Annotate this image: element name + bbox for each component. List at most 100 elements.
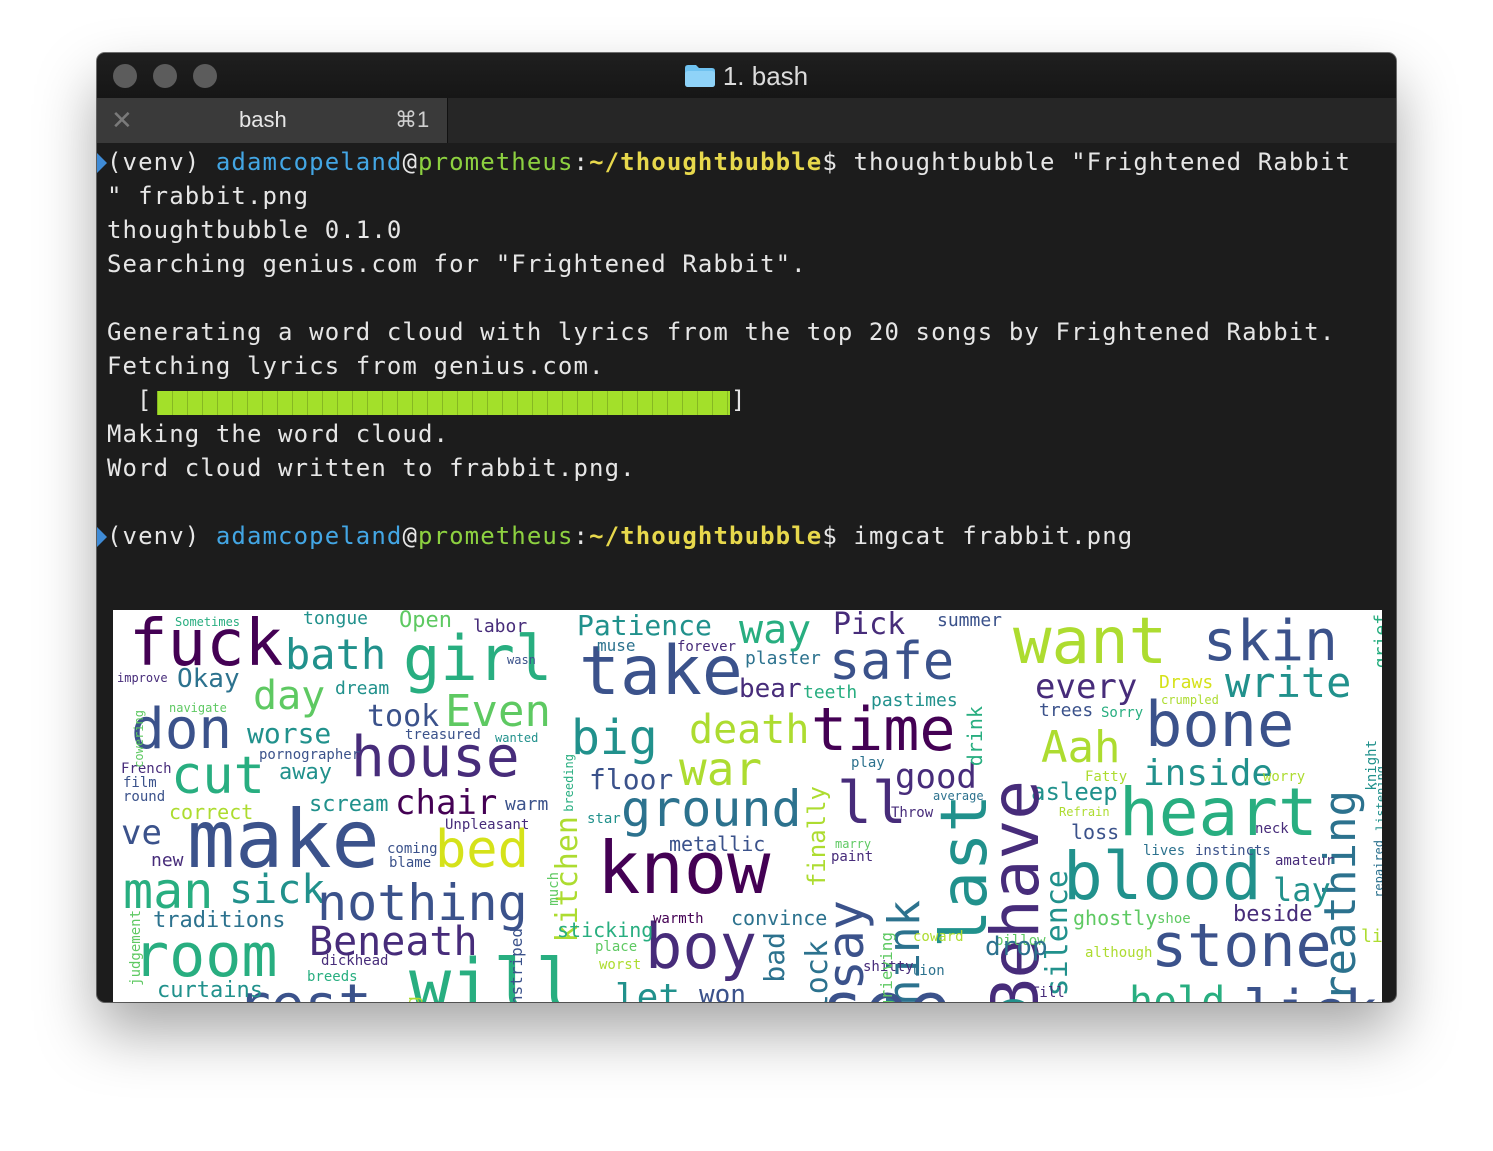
progress-bar: [: [137, 383, 151, 417]
word-cloud-word: trees: [1039, 700, 1094, 721]
word-cloud-word: round: [123, 789, 166, 805]
word-cloud-word: bear: [739, 674, 802, 704]
word-cloud-word: star: [587, 811, 621, 827]
prompt-venv: (venv): [107, 522, 216, 550]
word-cloud-word: way: [739, 610, 812, 653]
word-cloud-word: average: [933, 789, 984, 803]
word-cloud-word: safe: [829, 632, 955, 692]
word-cloud-word: every: [1035, 667, 1138, 707]
word-cloud-word: correct: [169, 800, 254, 824]
word-cloud-word: warmth: [653, 911, 704, 927]
close-icon[interactable]: ✕: [111, 106, 133, 134]
tab-bash[interactable]: ✕ bash ⌘1: [97, 98, 448, 143]
word-cloud-word: finally: [803, 786, 831, 888]
prompt-host: prometheus: [418, 148, 574, 176]
word-cloud-word: neck: [1255, 821, 1289, 837]
window-title: 1. bash: [722, 61, 809, 91]
word-cloud-word: ghostly: [1073, 906, 1158, 930]
word-cloud-word: Fatty: [1085, 769, 1128, 785]
word-cloud-word: chair: [395, 783, 498, 823]
prompt-line-2: (venv) adamcopeland@prometheus:~/thought…: [107, 519, 1133, 553]
word-cloud-word: breeds: [307, 969, 358, 985]
word-cloud-word: let: [615, 977, 681, 1003]
progress-close: ]: [731, 383, 745, 417]
command-text: imgcat frabbit.png: [853, 522, 1134, 550]
prompt-marker-icon: [97, 527, 107, 547]
word-cloud-word: grief: [1371, 614, 1382, 669]
word-cloud-word: Sorry: [1101, 705, 1144, 721]
word-cloud-word: amateur: [1275, 853, 1335, 869]
word-cloud-word: labor: [473, 616, 528, 637]
word-cloud-word: summer: [937, 610, 1003, 631]
prompt-user: adamcopeland: [215, 522, 403, 550]
prompt-path: ~/thoughtbubble: [589, 148, 823, 176]
word-cloud-word: wanted: [495, 731, 539, 745]
prompt-sep: :: [573, 148, 590, 176]
word-cloud-word: loss: [1071, 820, 1120, 844]
word-cloud-word: convince: [731, 906, 828, 930]
word-cloud-word: blame: [389, 855, 432, 871]
word-cloud-word: listening: [1374, 766, 1382, 832]
word-cloud-word: ip: [981, 996, 1039, 1002]
word-cloud-word: bath: [285, 630, 387, 679]
word-cloud-word: tongue: [303, 610, 369, 629]
prompt-at: @: [402, 148, 419, 176]
word-cloud-word: dickhead: [321, 953, 389, 969]
word-cloud-word: place: [595, 939, 638, 955]
word-cloud-word: metallic: [669, 832, 766, 856]
word-cloud-word: sick: [229, 867, 326, 913]
prompt-host: prometheus: [418, 522, 574, 550]
word-cloud-word: clock: [800, 940, 835, 1002]
output-version: thoughtbubble 0.1.0: [107, 216, 403, 244]
word-cloud-word: although: [1085, 945, 1153, 961]
word-cloud-word: Refrain: [1059, 805, 1110, 819]
word-cloud-word: ve: [121, 813, 162, 853]
output-fetch: Fetching lyrics from genius.com.: [107, 352, 605, 380]
word-cloud-word: breeding: [562, 754, 576, 812]
word-cloud-word: pinstriped: [507, 928, 526, 1002]
prompt-venv: (venv): [107, 148, 216, 176]
word-cloud-word: repaired: [1372, 840, 1382, 898]
word-cloud-word: grieving: [877, 932, 896, 1002]
progress-close-bracket: ]: [731, 386, 746, 414]
output-search: Searching genius.com for "Frightened Rab…: [107, 250, 807, 278]
word-cloud-word: Sometimes: [175, 615, 241, 629]
word-cloud-word: bad: [758, 932, 791, 983]
prompt-marker-icon: [97, 153, 107, 173]
progress-open-bracket: [: [137, 386, 152, 414]
folder-icon: [684, 65, 715, 87]
prompt-dollar: $: [822, 148, 854, 176]
word-cloud-word: curtains: [157, 978, 263, 1002]
word-cloud-word: instincts: [1195, 843, 1271, 859]
output-written: Word cloud written to frabbit.png.: [107, 454, 636, 482]
prompt-dollar: $: [822, 522, 854, 550]
word-cloud-word: marry: [835, 837, 872, 851]
word-cloud-word: plaster: [745, 648, 821, 669]
word-cloud-word: Open: [399, 610, 452, 633]
word-cloud-word: worse: [247, 717, 332, 750]
tab-bar: ✕ bash ⌘1: [97, 98, 1396, 143]
prompt-line-1: (venv) adamcopeland@prometheus:~/thought…: [107, 145, 1351, 179]
window-title-area: 1. bash: [97, 61, 1396, 92]
word-cloud-word: scream: [309, 792, 389, 817]
word-cloud-word: lick: [1243, 984, 1378, 1003]
title-bar[interactable]: 1. bash: [97, 53, 1396, 98]
word-cloud-word: crumpled: [1161, 693, 1219, 707]
word-cloud-word: much: [546, 872, 562, 906]
word-cloud-word: shoe: [1157, 911, 1191, 927]
word-cloud-word: drink: [963, 706, 987, 767]
word-cloud-word: film: [123, 775, 157, 791]
word-cloud-word: sticking: [557, 918, 654, 942]
prompt-user: adamcopeland: [215, 148, 403, 176]
word-cloud-word: worry: [1263, 769, 1306, 785]
word-cloud-word: judgement: [128, 910, 144, 986]
terminal-content[interactable]: (venv) adamcopeland@prometheus:~/thought…: [97, 145, 1396, 1002]
word-cloud-word: lie: [1361, 926, 1382, 947]
word-cloud-word: Okay: [177, 664, 240, 694]
word-cloud-word: lives: [1143, 843, 1186, 859]
word-cloud-word: Unpleasant: [445, 817, 530, 833]
word-cloud-word: drop: [985, 932, 1048, 962]
word-cloud-word: play: [851, 755, 885, 771]
progress-fill: [157, 391, 730, 415]
prompt-path: ~/thoughtbubble: [589, 522, 823, 550]
